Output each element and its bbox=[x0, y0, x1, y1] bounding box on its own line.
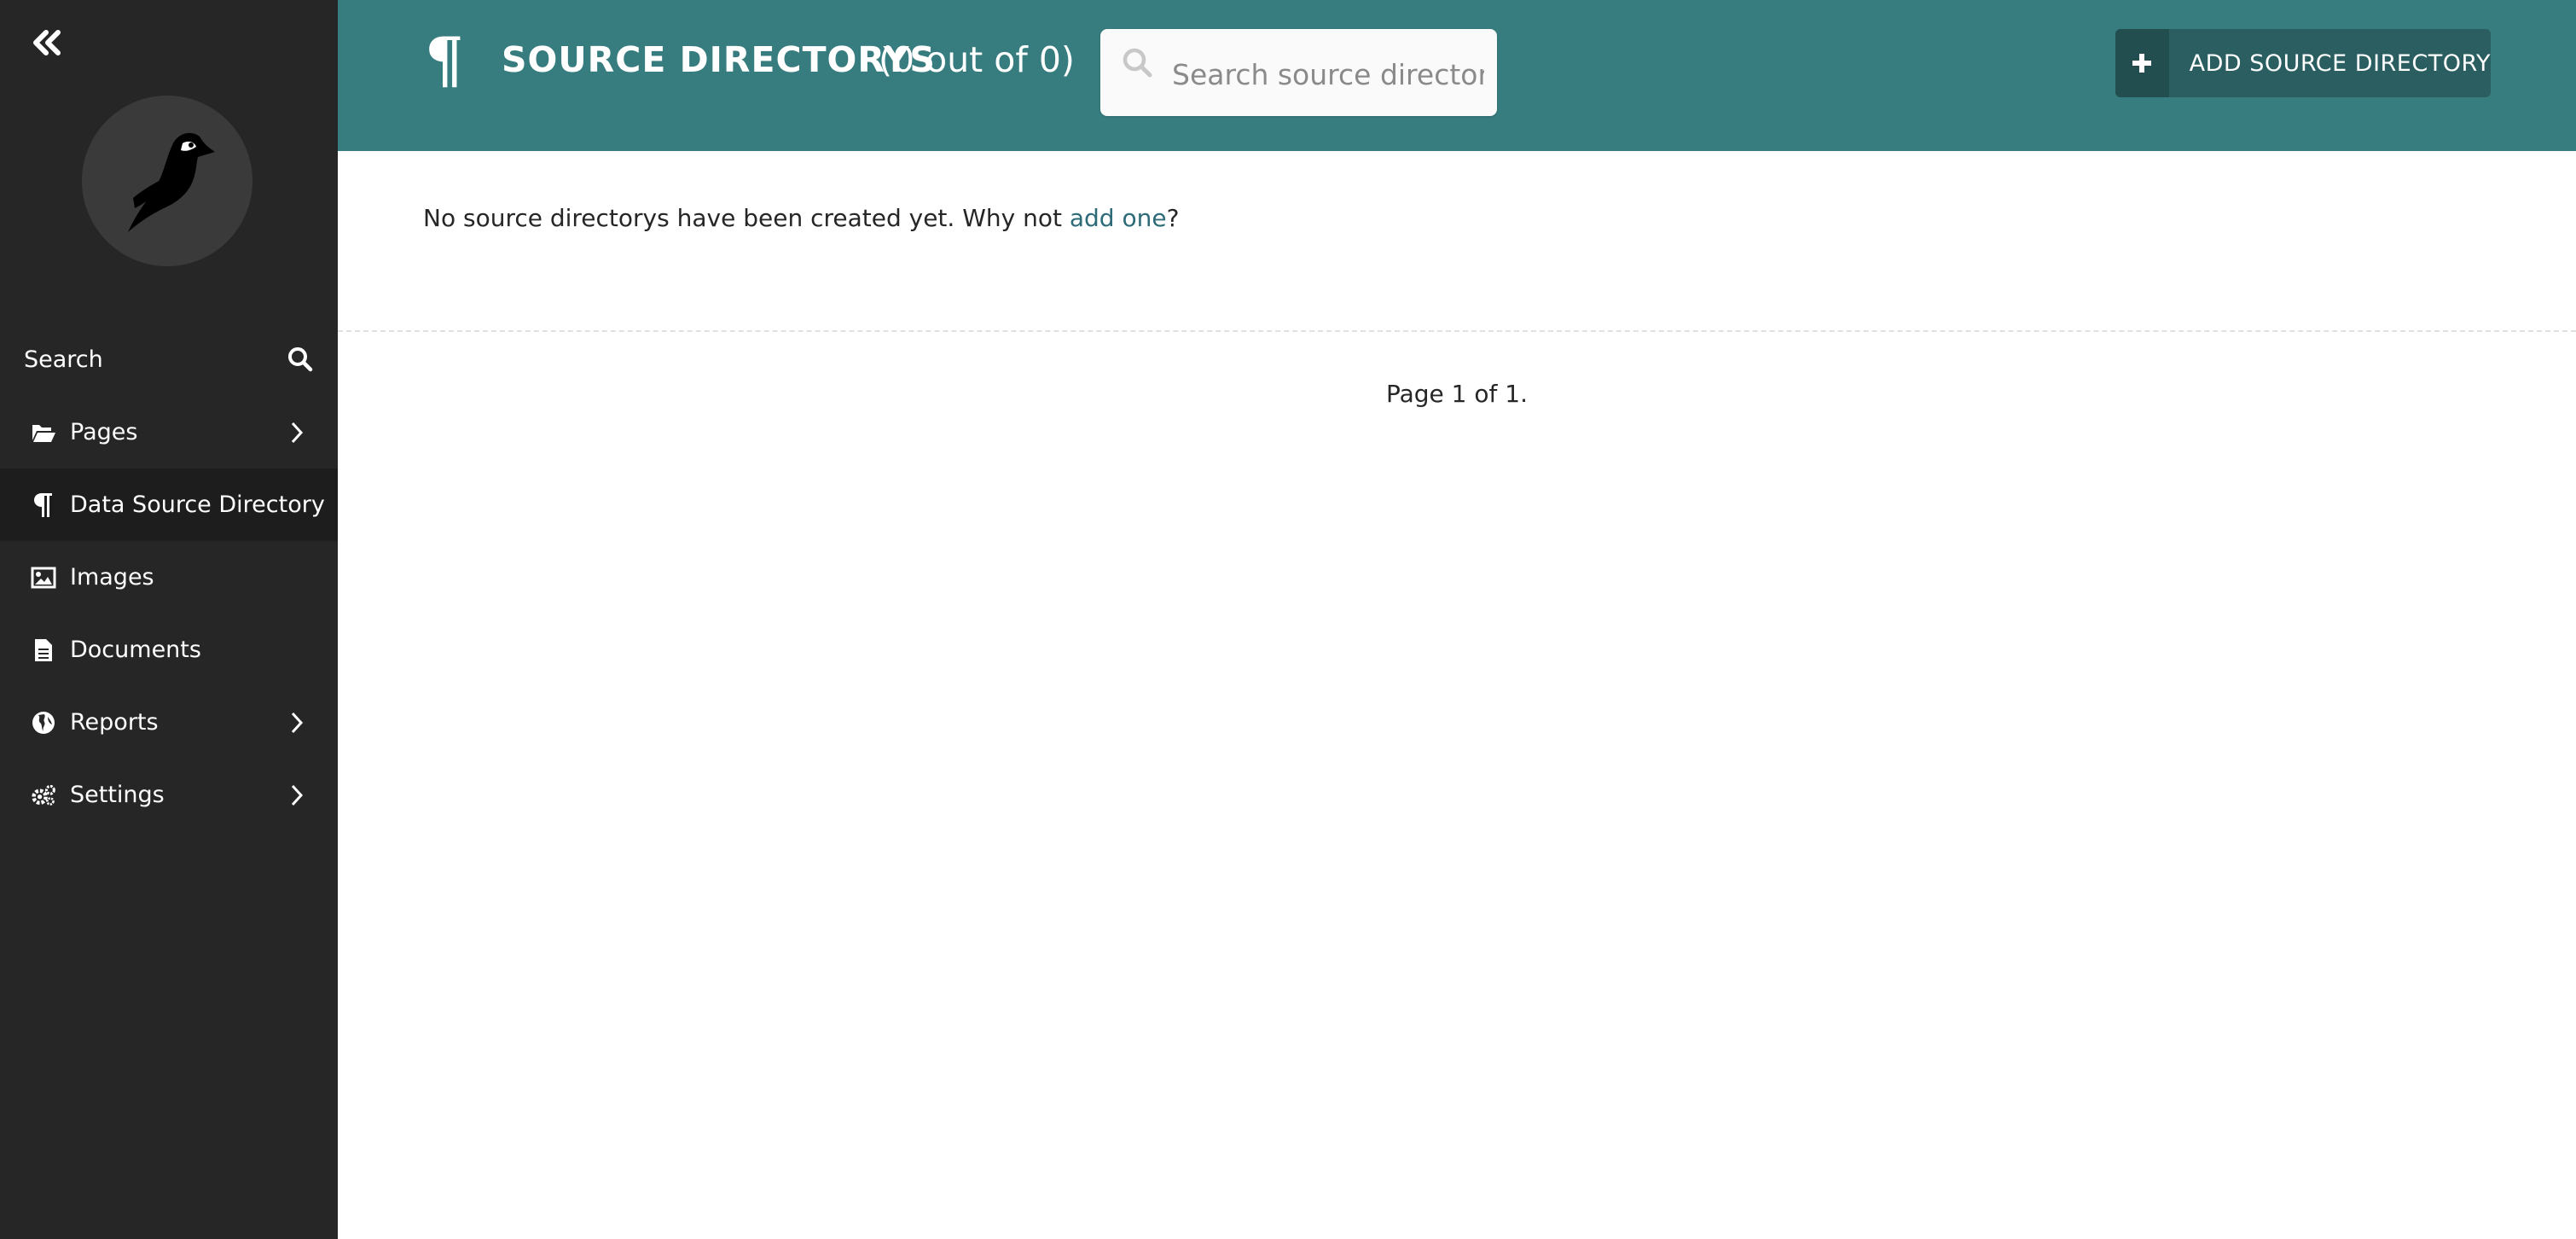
sidebar-item-pages[interactable]: Pages bbox=[0, 396, 338, 468]
image-icon bbox=[31, 565, 56, 590]
result-count: (0 out of 0) bbox=[879, 39, 1075, 80]
chevron-right-icon bbox=[291, 784, 304, 806]
pilcrow-icon bbox=[31, 492, 56, 518]
double-chevron-left-icon bbox=[33, 30, 61, 55]
page-header: ¶ SOURCE DIRECTORYS (0 out of 0) ADD SOU… bbox=[338, 0, 2576, 151]
sidebar-item-reports[interactable]: Reports bbox=[0, 686, 338, 759]
sidebar-item-label: Documents bbox=[70, 637, 201, 663]
chevron-right-icon bbox=[291, 712, 304, 733]
search-box bbox=[1100, 29, 1497, 116]
document-icon bbox=[31, 637, 56, 663]
sidebar-search[interactable]: Search bbox=[0, 334, 338, 384]
empty-state-message: No source directorys have been created y… bbox=[423, 204, 1179, 232]
sidebar-item-label: Pages bbox=[70, 419, 138, 445]
page-title: SOURCE DIRECTORYS bbox=[502, 39, 936, 80]
sidebar-item-label: Reports bbox=[70, 709, 159, 736]
cogs-icon bbox=[31, 782, 56, 808]
sidebar-search-label: Search bbox=[24, 346, 103, 373]
sidebar-item-data-source-directory[interactable]: Data Source Directory bbox=[0, 468, 338, 541]
chevron-right-icon bbox=[291, 422, 304, 443]
plus-icon bbox=[2115, 29, 2169, 97]
empty-message-suffix: ? bbox=[1166, 204, 1180, 232]
sidebar-item-label: Data Source Directory bbox=[70, 492, 325, 518]
divider bbox=[338, 330, 2576, 332]
search-input[interactable] bbox=[1170, 51, 1486, 97]
sidebar-item-documents[interactable]: Documents bbox=[0, 614, 338, 686]
pagination-info: Page 1 of 1. bbox=[1385, 380, 1528, 408]
site-logo[interactable] bbox=[82, 96, 252, 266]
sidebar-item-settings[interactable]: Settings bbox=[0, 759, 338, 831]
empty-message-text: No source directorys have been created y… bbox=[423, 204, 1070, 232]
search-icon bbox=[288, 347, 313, 372]
sidebar: Search Pages Data Source Directory Image… bbox=[0, 0, 338, 1239]
add-button-label: ADD SOURCE DIRECTORY bbox=[2189, 49, 2491, 77]
bird-logo-icon bbox=[128, 132, 215, 232]
pilcrow-icon: ¶ bbox=[425, 23, 464, 96]
sidebar-menu: Pages Data Source Directory Images Docum… bbox=[0, 396, 338, 831]
globe-icon bbox=[31, 710, 56, 736]
add-one-link[interactable]: add one bbox=[1070, 204, 1167, 232]
collapse-sidebar-button[interactable] bbox=[29, 26, 63, 60]
main-content: No source directorys have been created y… bbox=[338, 151, 2576, 1239]
sidebar-item-images[interactable]: Images bbox=[0, 541, 338, 614]
folder-open-icon bbox=[31, 420, 56, 445]
sidebar-item-label: Settings bbox=[70, 782, 165, 808]
sidebar-item-label: Images bbox=[70, 564, 154, 590]
add-source-directory-button[interactable]: ADD SOURCE DIRECTORY bbox=[2115, 29, 2491, 97]
search-icon bbox=[1123, 48, 1152, 78]
